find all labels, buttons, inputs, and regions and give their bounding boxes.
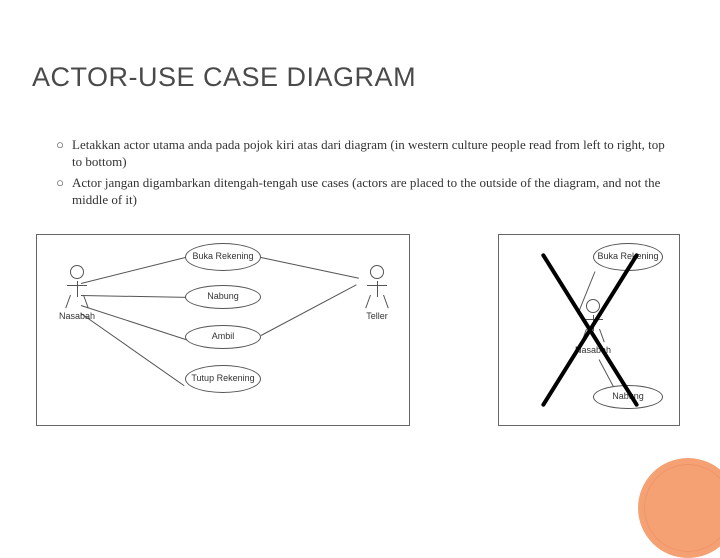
usecase-buka-rekening: Buka Rekening	[593, 243, 663, 271]
usecase-buka-rekening: Buka Rekening	[185, 243, 261, 271]
usecase-tutup-rekening: Tutup Rekening	[185, 365, 261, 393]
actor-nasabah: Nasabah	[571, 299, 615, 355]
bullet-marker-icon: ○	[48, 136, 72, 170]
actor-teller: Teller	[355, 265, 399, 321]
bullet-list: ○ Letakkan actor utama anda pada pojok k…	[48, 136, 668, 212]
usecase-nabung: Nabung	[185, 285, 261, 309]
actor-label: Teller	[355, 311, 399, 321]
usecase-nabung: Nabung	[593, 385, 663, 409]
bullet-marker-icon: ○	[48, 174, 72, 208]
usecase-ambil: Ambil	[185, 325, 261, 349]
stick-figure-head-icon	[70, 265, 84, 279]
stick-figure-head-icon	[586, 299, 600, 313]
actor-label: Nasabah	[571, 345, 615, 355]
bullet-item: ○ Actor jangan digambarkan ditengah-teng…	[48, 174, 668, 208]
actor-nasabah: Nasabah	[55, 265, 99, 321]
diagram-correct: Nasabah Teller Buka Rekening Nabung Ambi…	[36, 234, 410, 426]
association-line	[261, 257, 359, 279]
association-line	[81, 313, 185, 386]
bullet-item: ○ Letakkan actor utama anda pada pojok k…	[48, 136, 668, 170]
slide-title: ACTOR-USE CASE DIAGRAM	[32, 62, 416, 93]
association-line	[261, 284, 357, 336]
bullet-text: Letakkan actor utama anda pada pojok kir…	[72, 136, 668, 170]
slide-corner-decoration	[622, 468, 712, 532]
diagram-incorrect: Buka Rekening Nasabah Nabung	[498, 234, 680, 426]
stick-figure-head-icon	[370, 265, 384, 279]
bullet-text: Actor jangan digambarkan ditengah-tengah…	[72, 174, 668, 208]
actor-label: Nasabah	[55, 311, 99, 321]
